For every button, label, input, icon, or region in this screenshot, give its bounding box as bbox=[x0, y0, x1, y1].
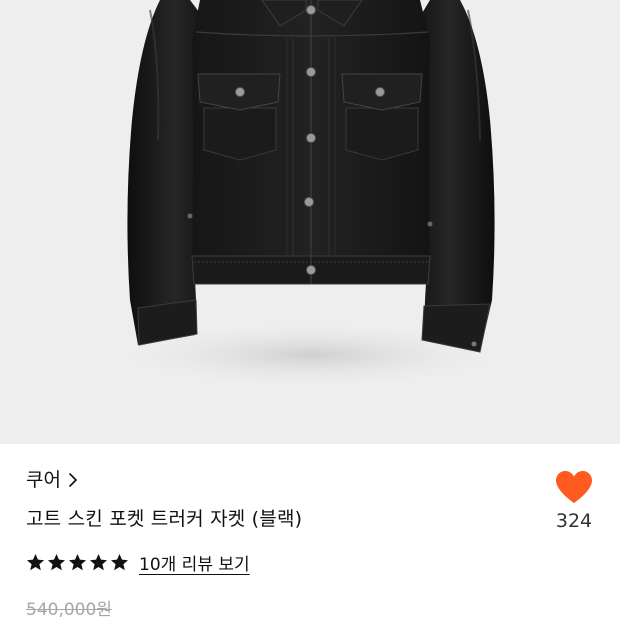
like-count: 324 bbox=[555, 510, 593, 532]
brand-link[interactable]: 쿠어 bbox=[26, 468, 79, 492]
heart-icon bbox=[556, 471, 592, 503]
star-icon bbox=[110, 553, 129, 571]
star-icon bbox=[68, 553, 87, 571]
star-icon bbox=[26, 553, 45, 571]
product-image[interactable] bbox=[0, 0, 620, 444]
chevron-right-icon bbox=[69, 473, 77, 487]
original-price: 540,000원 bbox=[26, 600, 112, 620]
product-detail-page: 쿠어 고트 스킨 포켓 트러커 자켓 (블랙) 324 10개 리뷰 보기 54… bbox=[0, 0, 620, 620]
star-icon bbox=[47, 553, 66, 571]
like-button[interactable]: 324 bbox=[548, 470, 600, 532]
star-rating bbox=[26, 553, 129, 572]
product-title: 고트 스킨 포켓 트러커 자켓 (블랙) bbox=[26, 508, 303, 530]
product-info: 쿠어 고트 스킨 포켓 트러커 자켓 (블랙) 324 10개 리뷰 보기 54… bbox=[0, 444, 620, 620]
brand-name: 쿠어 bbox=[26, 469, 61, 491]
leather-jacket-image bbox=[0, 0, 620, 444]
review-link[interactable]: 10개 리뷰 보기 bbox=[139, 550, 250, 575]
rating-row: 10개 리뷰 보기 bbox=[26, 550, 250, 575]
star-icon bbox=[89, 553, 108, 571]
